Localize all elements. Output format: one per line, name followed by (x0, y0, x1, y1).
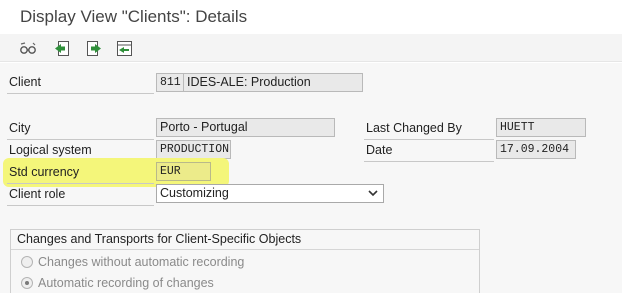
chevron-down-icon[interactable] (366, 186, 380, 201)
client-number-field[interactable]: 811 (156, 73, 184, 92)
date-label: Date (366, 143, 393, 157)
label-underline (7, 93, 154, 94)
next-entry-icon[interactable] (84, 38, 104, 58)
logical-system-label: Logical system (9, 143, 92, 157)
variable-list-icon[interactable] (114, 38, 134, 58)
client-role-value: Customizing (160, 186, 229, 200)
date-field[interactable]: 17.09.2004 (496, 140, 576, 159)
title-bar: Display View "Clients": Details (0, 0, 622, 34)
std-currency-label: Std currency (9, 165, 80, 179)
glasses-icon[interactable] (18, 38, 38, 58)
std-currency-field[interactable]: EUR (156, 162, 211, 181)
group-divider (11, 249, 479, 250)
radio-button-selected[interactable] (21, 277, 33, 289)
details-panel: Client 811 IDES-ALE: Production City Por… (0, 63, 622, 293)
client-label: Client (9, 75, 41, 89)
page-title: Display View "Clients": Details (20, 7, 248, 26)
radio-automatic-recording[interactable]: Automatic recording of changes (21, 276, 214, 290)
logical-system-field[interactable]: PRODUCTION (156, 140, 231, 159)
group-title: Changes and Transports for Client-Specif… (17, 232, 302, 246)
radio-label: Automatic recording of changes (38, 276, 214, 290)
previous-entry-icon[interactable] (52, 38, 72, 58)
label-underline (7, 205, 154, 206)
city-field[interactable]: Porto - Portugal (156, 118, 335, 137)
label-underline (364, 139, 494, 140)
last-changed-by-field[interactable]: HUETT (496, 118, 586, 137)
client-name-field[interactable]: IDES-ALE: Production (183, 73, 363, 92)
radio-changes-without-recording[interactable]: Changes without automatic recording (21, 255, 244, 269)
radio-button[interactable] (21, 256, 33, 268)
label-underline (7, 183, 154, 184)
label-underline (364, 161, 494, 162)
client-role-label: Client role (9, 187, 66, 201)
last-changed-by-label: Last Changed By (366, 121, 462, 135)
radio-label: Changes without automatic recording (38, 255, 245, 269)
changes-transports-group: Changes and Transports for Client-Specif… (10, 229, 480, 293)
label-underline (7, 139, 154, 140)
city-label: City (9, 121, 31, 135)
toolbar (0, 34, 622, 62)
client-role-select[interactable]: Customizing (156, 184, 384, 203)
